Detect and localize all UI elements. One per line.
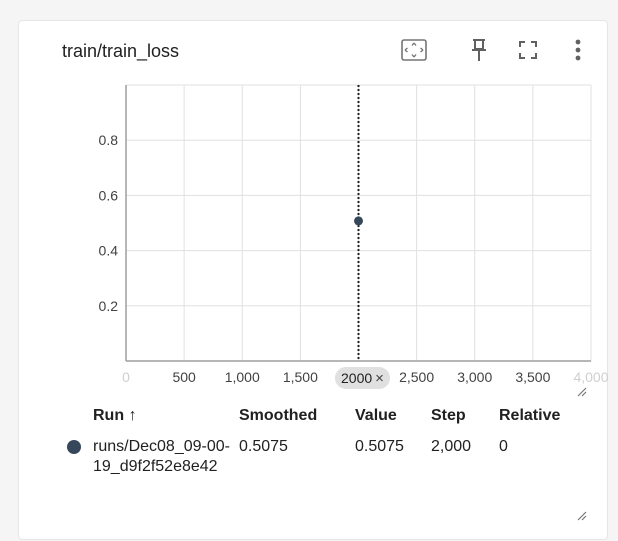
run-column-header[interactable]: Run ↑ xyxy=(93,401,239,431)
run-name-cell: runs/Dec08_09-00-19_d9f2f52e8e42 xyxy=(93,431,239,483)
run-header-label: Run xyxy=(93,407,125,424)
table-row: runs/Dec08_09-00-19_d9f2f52e8e42 0.5075 … xyxy=(59,431,579,483)
step-cell: 2,000 xyxy=(431,438,472,455)
table-header-row: Run ↑ Smoothed Value Step Relative xyxy=(59,401,579,431)
x-tick-label: 1,000 xyxy=(225,369,260,385)
relative-column-header[interactable]: Relative xyxy=(499,401,579,431)
line-chart[interactable]: 0 500 1,000 1,500 2,500 3,000 3,500 4,000 0.2 0.4… xyxy=(19,21,609,401)
chart-resize-handle-icon[interactable] xyxy=(577,387,587,397)
runs-table: Run ↑ Smoothed Value Step Relative runs/… xyxy=(59,401,579,483)
run-name: runs/Dec08_09-00-19_d9f2f52e8e42 xyxy=(93,438,230,475)
smoothed-column-header[interactable]: Smoothed xyxy=(239,401,355,431)
x-tick-label: 0 xyxy=(122,369,130,385)
x-tick-label: 1,500 xyxy=(283,369,318,385)
value-column-header[interactable]: Value xyxy=(355,401,431,431)
card-resize-handle-icon[interactable] xyxy=(577,511,587,521)
smoothed-cell: 0.5075 xyxy=(239,438,288,455)
hover-step-label: 2000 xyxy=(341,370,373,386)
y-tick-label: 0.4 xyxy=(99,243,119,259)
x-tick-label: 500 xyxy=(172,369,196,385)
relative-cell: 0 xyxy=(499,438,508,455)
y-tick-label: 0.8 xyxy=(99,132,119,148)
y-tick-label: 0.2 xyxy=(99,298,119,314)
run-color-dot xyxy=(67,440,81,454)
tick-labels: 0 500 1,000 1,500 2,500 3,000 3,500 4,000 0.2 0.4… xyxy=(99,132,609,385)
run-color-cell xyxy=(59,431,93,483)
step-column-header[interactable]: Step xyxy=(431,401,499,431)
color-column-header xyxy=(59,401,93,431)
data-point xyxy=(354,216,363,226)
y-tick-label: 0.6 xyxy=(99,187,119,203)
close-icon[interactable]: × xyxy=(375,371,384,386)
x-tick-label: 4,000 xyxy=(573,369,608,385)
x-tick-label: 3,500 xyxy=(515,369,550,385)
x-tick-label: 3,000 xyxy=(457,369,492,385)
scalar-card: train/train_loss 0 500 1,000 1,500 2,500… xyxy=(18,20,609,540)
x-tick-label: 2,500 xyxy=(399,369,434,385)
hover-step-chip: 2000 × xyxy=(335,367,390,389)
data-points xyxy=(354,216,363,226)
sort-ascending-icon: ↑ xyxy=(128,407,137,424)
value-cell: 0.5075 xyxy=(355,438,404,455)
